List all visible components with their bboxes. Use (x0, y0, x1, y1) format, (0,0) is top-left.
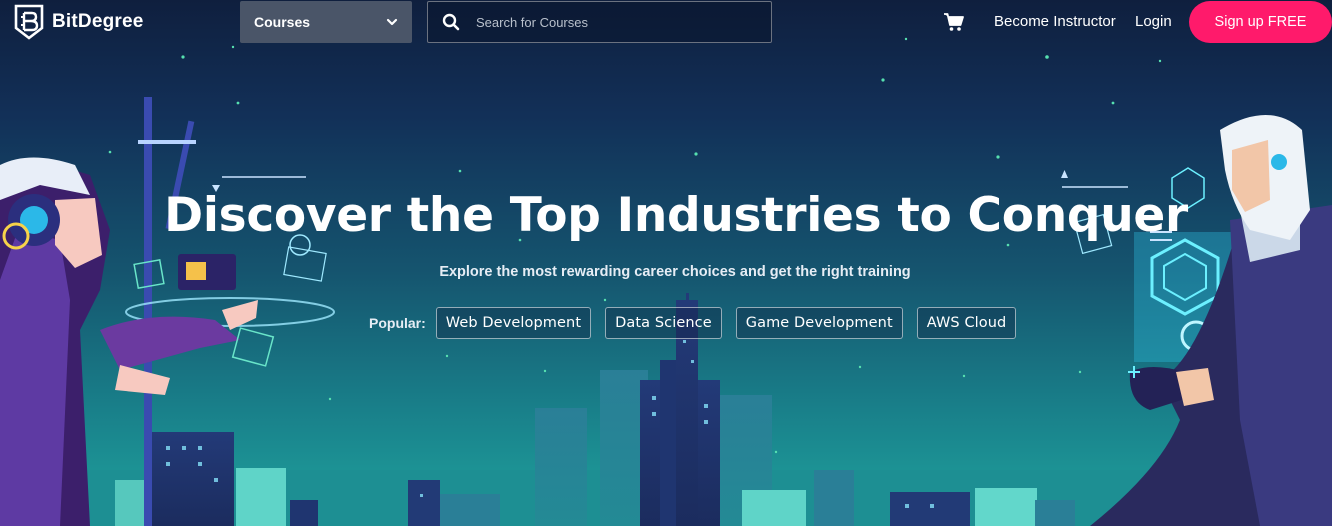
signup-button[interactable]: Sign up FREE (1189, 1, 1332, 43)
courses-dropdown[interactable]: Courses (240, 1, 412, 43)
popular-tag-web-development[interactable]: Web Development (435, 307, 592, 339)
hero-subtitle: Explore the most rewarding career choice… (439, 264, 911, 280)
brand-name: BitDegree (52, 11, 144, 32)
top-nav: BitDegree Courses Become Instructor Logi… (0, 0, 1332, 44)
cart-icon[interactable] (943, 12, 965, 32)
popular-label: Popular: (369, 315, 426, 331)
search-input[interactable] (476, 14, 746, 30)
search-bar[interactable] (427, 1, 772, 43)
login-link[interactable]: Login (1135, 13, 1172, 30)
chevron-down-icon (386, 18, 398, 26)
search-icon (442, 13, 460, 31)
right-character (1061, 115, 1332, 526)
popular-tags: Popular: Web Development Data Science Ga… (369, 307, 1017, 339)
popular-tag-game-development[interactable]: Game Development (735, 307, 903, 339)
hero-title: Discover the Top Industries to Conquer (164, 188, 1188, 243)
bitdegree-shield-logo-icon (14, 4, 44, 40)
become-instructor-link[interactable]: Become Instructor (994, 13, 1116, 30)
brand-logo[interactable]: BitDegree (14, 4, 144, 40)
popular-tag-data-science[interactable]: Data Science (605, 307, 722, 339)
hero-illustration (0, 37, 1332, 526)
courses-dropdown-label: Courses (254, 14, 311, 30)
popular-tag-aws-cloud[interactable]: AWS Cloud (916, 307, 1017, 339)
